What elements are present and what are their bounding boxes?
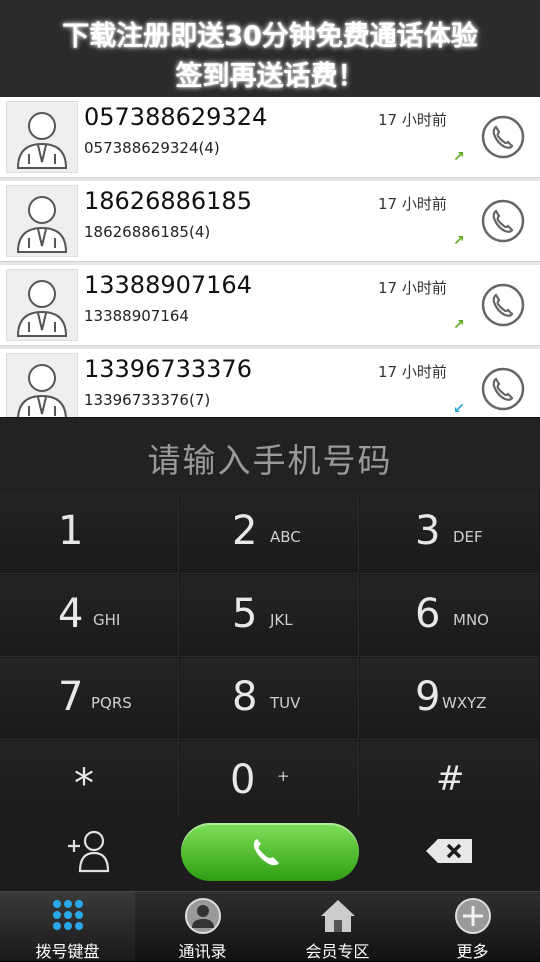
call-button[interactable] (481, 199, 525, 243)
key-digit: 0 (230, 757, 256, 803)
call-log-row[interactable]: 057388629324 057388629324(4) 17 小时前 ↗ (0, 97, 540, 178)
add-contact-button[interactable] (60, 825, 120, 877)
call-time: 17 小时前 (378, 279, 447, 297)
promo-banner[interactable]: 下载注册即送30分钟免费通话体验 签到再送话费！ (0, 0, 540, 97)
key-letters: ABC (270, 528, 301, 546)
key-letters: MNO (453, 611, 489, 629)
key-letters: DEF (453, 528, 483, 546)
call-detail: 13396733376(7) (84, 391, 211, 409)
home-icon (318, 897, 358, 935)
call-log-list[interactable]: 057388629324 057388629324(4) 17 小时前 ↗ 18… (0, 97, 540, 417)
outgoing-arrow-icon: ↗ (453, 317, 465, 333)
phone-icon (481, 115, 525, 159)
nav-more[interactable]: 更多 (405, 892, 540, 961)
key-letters: JKL (270, 611, 293, 629)
call-button[interactable] (481, 367, 525, 411)
nav-label: 会员专区 (305, 942, 370, 961)
key-digit: 9 (415, 674, 441, 720)
outgoing-arrow-icon: ↗ (453, 149, 465, 165)
call-log-row[interactable]: 13396733376 13396733376(7) 17 小时前 ↙ (0, 349, 540, 417)
key-5[interactable]: 5 JKL (180, 575, 359, 657)
nav-label: 更多 (456, 942, 489, 961)
call-detail: 057388629324(4) (84, 139, 220, 157)
key-2[interactable]: 2 ABC (180, 492, 359, 574)
phone-icon (253, 839, 279, 866)
call-number: 057388629324 (84, 103, 268, 131)
key-9[interactable]: 9 WXYZ (360, 658, 539, 740)
key-4[interactable]: 4 GHI (0, 575, 179, 657)
call-button[interactable] (481, 283, 525, 327)
key-digit: 1 (58, 508, 84, 554)
call-time: 17 小时前 (378, 363, 447, 381)
key-3[interactable]: 3 DEF (360, 492, 539, 574)
phone-number-placeholder: 请输入手机号码 (147, 441, 393, 480)
key-digit: 6 (415, 591, 441, 637)
add-contact-icon (68, 830, 110, 873)
nav-dialpad[interactable]: 拨号键盘 (0, 892, 135, 961)
call-log-row[interactable]: 13388907164 13388907164 17 小时前 ↗ (0, 265, 540, 346)
outgoing-arrow-icon: ↗ (453, 233, 465, 249)
phone-number-input[interactable]: 请输入手机号码 (0, 417, 540, 493)
key-digit: 5 (232, 591, 258, 637)
promo-line-2: 签到再送话费！ (175, 61, 365, 92)
key-letters: PQRS (91, 694, 132, 712)
phone-icon (481, 367, 525, 411)
key-letters: + (277, 767, 290, 785)
key-letters: GHI (93, 611, 121, 629)
contacts-icon (183, 897, 223, 935)
phone-icon (481, 283, 525, 327)
nav-label: 拨号键盘 (35, 942, 100, 961)
key-letters: WXYZ (442, 694, 487, 712)
key-hash[interactable]: # (360, 741, 539, 823)
call-number: 18626886185 (84, 187, 252, 215)
key-digit: 4 (58, 591, 84, 637)
call-detail: 18626886185(4) (84, 223, 211, 241)
nav-contacts[interactable]: 通讯录 (135, 892, 270, 961)
incoming-arrow-icon: ↙ (453, 401, 465, 417)
promo-line-1: 下载注册即送30分钟免费通话体验 (62, 21, 478, 52)
phone-icon (481, 199, 525, 243)
call-number: 13388907164 (84, 271, 252, 299)
key-digit: 3 (415, 508, 441, 554)
key-letters: TUV (270, 694, 301, 712)
contact-avatar-icon (6, 101, 78, 173)
key-digit: 2 (232, 508, 258, 554)
key-digit: # (436, 759, 465, 799)
plus-icon (453, 897, 493, 935)
bottom-nav: 拨号键盘 通讯录 会员专区 更多 (0, 891, 540, 961)
key-digit: 8 (232, 674, 258, 720)
dial-actions (0, 815, 540, 890)
backspace-button[interactable] (420, 831, 480, 871)
key-1[interactable]: 1 (0, 492, 179, 574)
key-0[interactable]: 0 + (180, 741, 359, 823)
key-star[interactable]: * (0, 741, 179, 823)
nav-label: 通讯录 (178, 942, 227, 961)
nav-member[interactable]: 会员专区 (270, 892, 405, 961)
dialpad-icon (48, 897, 88, 935)
key-8[interactable]: 8 TUV (180, 658, 359, 740)
key-6[interactable]: 6 MNO (360, 575, 539, 657)
call-detail: 13388907164 (84, 307, 189, 325)
call-time: 17 小时前 (378, 195, 447, 213)
call-log-row[interactable]: 18626886185 18626886185(4) 17 小时前 ↗ (0, 181, 540, 262)
key-7[interactable]: 7 PQRS (0, 658, 179, 740)
call-number: 13396733376 (84, 355, 252, 383)
contact-avatar-icon (6, 269, 78, 341)
dial-call-button[interactable] (181, 823, 359, 881)
key-digit: 7 (58, 674, 84, 720)
call-button[interactable] (481, 115, 525, 159)
key-digit: * (74, 761, 94, 807)
call-time: 17 小时前 (378, 111, 447, 129)
backspace-icon (426, 839, 472, 863)
contact-avatar-icon (6, 185, 78, 257)
contact-avatar-icon (6, 353, 78, 417)
